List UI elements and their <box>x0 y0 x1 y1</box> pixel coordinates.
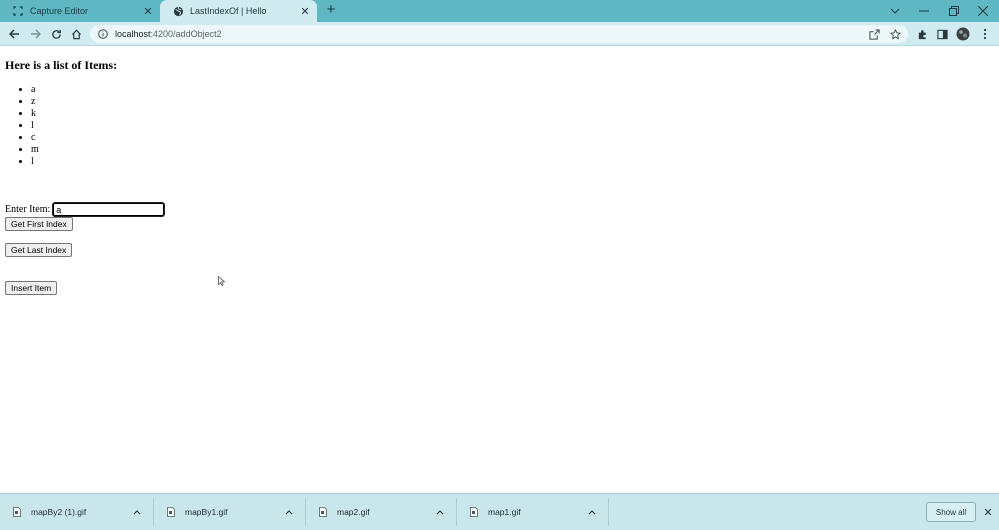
download-filename: mapBy2 (1).gif <box>31 507 87 517</box>
browser-toolbar: localhost:4200/addObject2 <box>0 22 999 46</box>
show-all-button[interactable]: Show all <box>926 502 976 522</box>
address-bar[interactable]: localhost:4200/addObject2 <box>90 25 908 43</box>
get-first-index-button[interactable]: Get First Index <box>5 217 73 231</box>
tab-lastindexof[interactable]: LastIndexOf | Hello ✕ <box>160 0 317 22</box>
list-item: k <box>31 108 39 120</box>
close-window-icon[interactable] <box>968 0 998 22</box>
file-icon <box>12 506 22 518</box>
capture-icon <box>12 5 24 17</box>
list-item: l <box>31 156 39 168</box>
enter-item-row: Enter Item: <box>5 202 166 217</box>
download-item[interactable]: map1.gif <box>457 498 609 526</box>
file-icon <box>469 506 479 518</box>
download-filename: map1.gif <box>488 507 521 517</box>
list-item: m <box>31 144 39 156</box>
side-panel-icon[interactable] <box>934 26 950 42</box>
chevron-down-icon[interactable] <box>880 0 910 22</box>
list-item: c <box>31 132 39 144</box>
download-item[interactable]: map2.gif <box>306 498 457 526</box>
download-filename: map2.gif <box>337 507 370 517</box>
file-icon <box>318 506 328 518</box>
minimize-icon[interactable] <box>909 0 939 22</box>
download-filename: mapBy1.gif <box>185 507 228 517</box>
file-icon <box>166 506 176 518</box>
restore-icon[interactable] <box>939 0 969 22</box>
enter-item-label: Enter Item: <box>5 204 51 215</box>
profile-avatar-icon[interactable] <box>955 26 971 42</box>
reload-icon[interactable] <box>48 26 64 42</box>
extensions-icon[interactable] <box>914 26 930 42</box>
tab-close-icon[interactable]: ✕ <box>298 4 312 18</box>
download-item[interactable]: mapBy2 (1).gif <box>0 498 154 526</box>
url-host: localhost <box>115 29 151 39</box>
get-last-index-button[interactable]: Get Last Index <box>5 243 73 257</box>
page-heading: Here is a list of Items: <box>5 58 118 72</box>
tab-capture-editor[interactable]: Capture Editor ✕ <box>0 0 160 22</box>
forward-arrow-icon[interactable] <box>27 26 43 42</box>
mouse-pointer-icon <box>218 273 226 291</box>
chevron-up-icon[interactable] <box>131 509 143 515</box>
chevron-up-icon[interactable] <box>283 509 295 515</box>
url-path: :4200/addObject2 <box>150 29 222 39</box>
tab-label: Capture Editor <box>30 6 89 16</box>
list-item: z <box>31 96 39 108</box>
new-tab-button[interactable]: + <box>323 2 339 18</box>
download-shelf: mapBy2 (1).gif mapBy1.gif map2.gif map1.… <box>0 493 999 530</box>
tab-close-icon[interactable]: ✕ <box>141 4 155 18</box>
tab-strip: Capture Editor ✕ LastIndexOf | Hello ✕ + <box>0 0 999 22</box>
item-input[interactable] <box>52 202 166 217</box>
page-content: Here is a list of Items: a z k l c m l E… <box>0 47 999 493</box>
globe-icon <box>172 5 184 17</box>
close-shelf-icon[interactable]: ✕ <box>981 505 995 519</box>
insert-item-button[interactable]: Insert Item <box>5 281 58 295</box>
share-icon[interactable] <box>867 27 881 41</box>
menu-kebab-icon[interactable] <box>977 26 993 42</box>
bookmark-star-icon[interactable] <box>888 27 902 41</box>
home-icon[interactable] <box>68 26 84 42</box>
list-item: a <box>31 84 39 96</box>
url-text: localhost:4200/addObject2 <box>115 29 222 39</box>
tab-label: LastIndexOf | Hello <box>190 6 267 16</box>
item-list: a z k l c m l <box>31 84 39 168</box>
back-arrow-icon[interactable] <box>6 26 22 42</box>
chevron-up-icon[interactable] <box>586 509 598 515</box>
list-item: l <box>31 120 39 132</box>
chevron-up-icon[interactable] <box>434 509 446 515</box>
site-info-icon[interactable] <box>96 27 110 41</box>
download-item[interactable]: mapBy1.gif <box>154 498 306 526</box>
